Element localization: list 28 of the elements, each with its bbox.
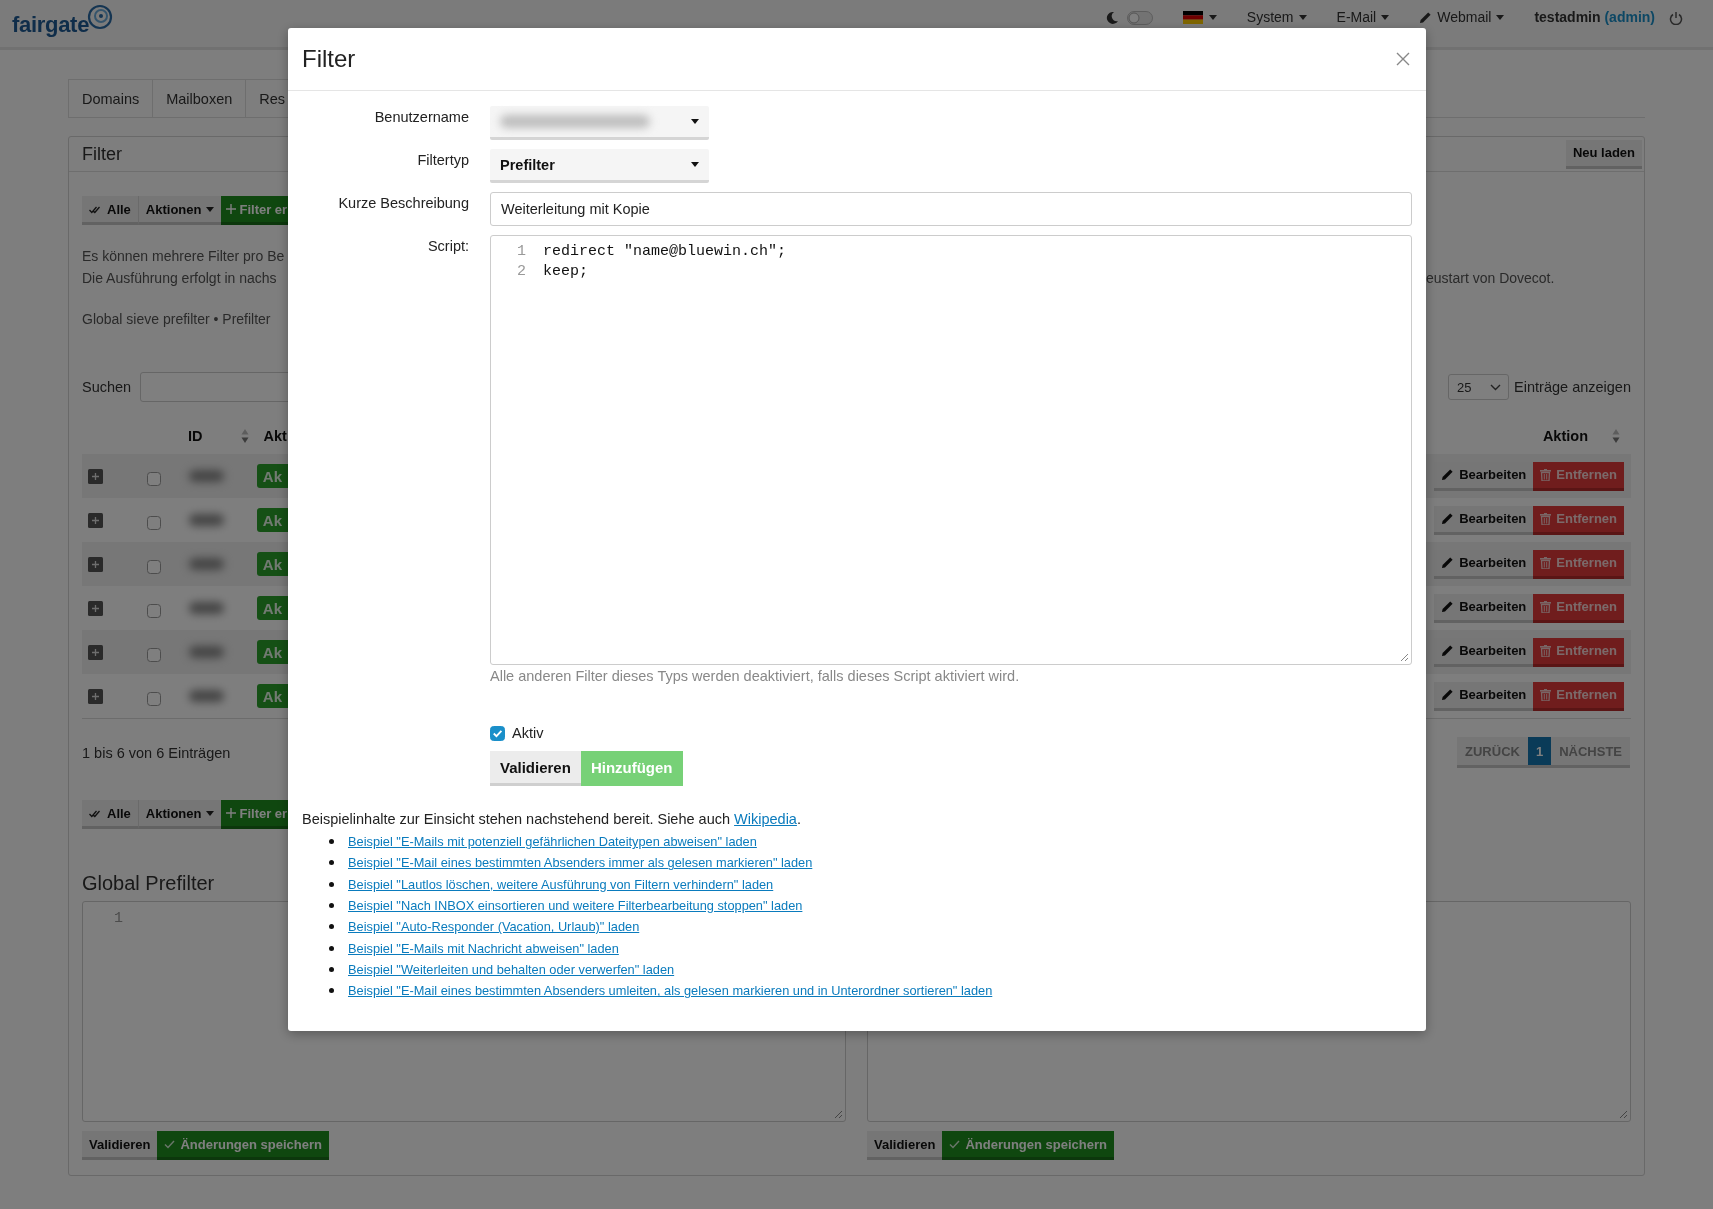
status-badge: Ak: [256, 684, 288, 708]
status-badge: Ak: [256, 596, 288, 620]
search-label: Suchen: [82, 379, 132, 395]
field-label: Kurze Beschreibung: [337, 194, 469, 213]
line-number: 1: [516, 242, 526, 262]
status-badge: Ak: [256, 552, 288, 576]
info-text: eustart von Dovecot.: [1426, 269, 1555, 288]
status-badge: Ak: [256, 640, 288, 664]
info-text: Die Ausführung erfolgt in nachs: [82, 269, 278, 288]
field-label: Benutzername: [373, 108, 469, 127]
info-text: Es können mehrere Filter pro Be: [82, 247, 285, 266]
section-title: Global Prefilter: [82, 871, 215, 896]
entries-summary: 1 bis 6 von 6 Einträgen: [82, 744, 231, 761]
panel-title: Filter: [82, 143, 122, 165]
field-label: Filtertyp: [416, 151, 469, 170]
checkbox-label: Aktiv: [512, 725, 544, 741]
code-line: keep;: [543, 262, 588, 282]
filter-types-text: Global sieve prefilter • Prefilter: [82, 310, 271, 329]
intro-text: Beispielinhalte zur Einsicht stehen nachstehend bereit. Siehe auch Wikipedia.: [302, 810, 802, 829]
status-badge: Ak: [256, 464, 288, 488]
help-text: Alle anderen Filter dieses Typs werden deaktiviert, falls dieses Script aktiviert wird.: [490, 668, 1021, 684]
dialog-title: Filter: [302, 45, 356, 73]
line-number: 2: [516, 262, 526, 282]
code-line: redirect "name@bluewin.ch";: [543, 242, 787, 262]
field-label: Script:: [426, 237, 469, 256]
status-badge: Ak: [256, 508, 288, 532]
page-size-label: Einträge anzeigen: [1514, 379, 1631, 395]
user-name: testadmin (admin): [1534, 9, 1655, 26]
